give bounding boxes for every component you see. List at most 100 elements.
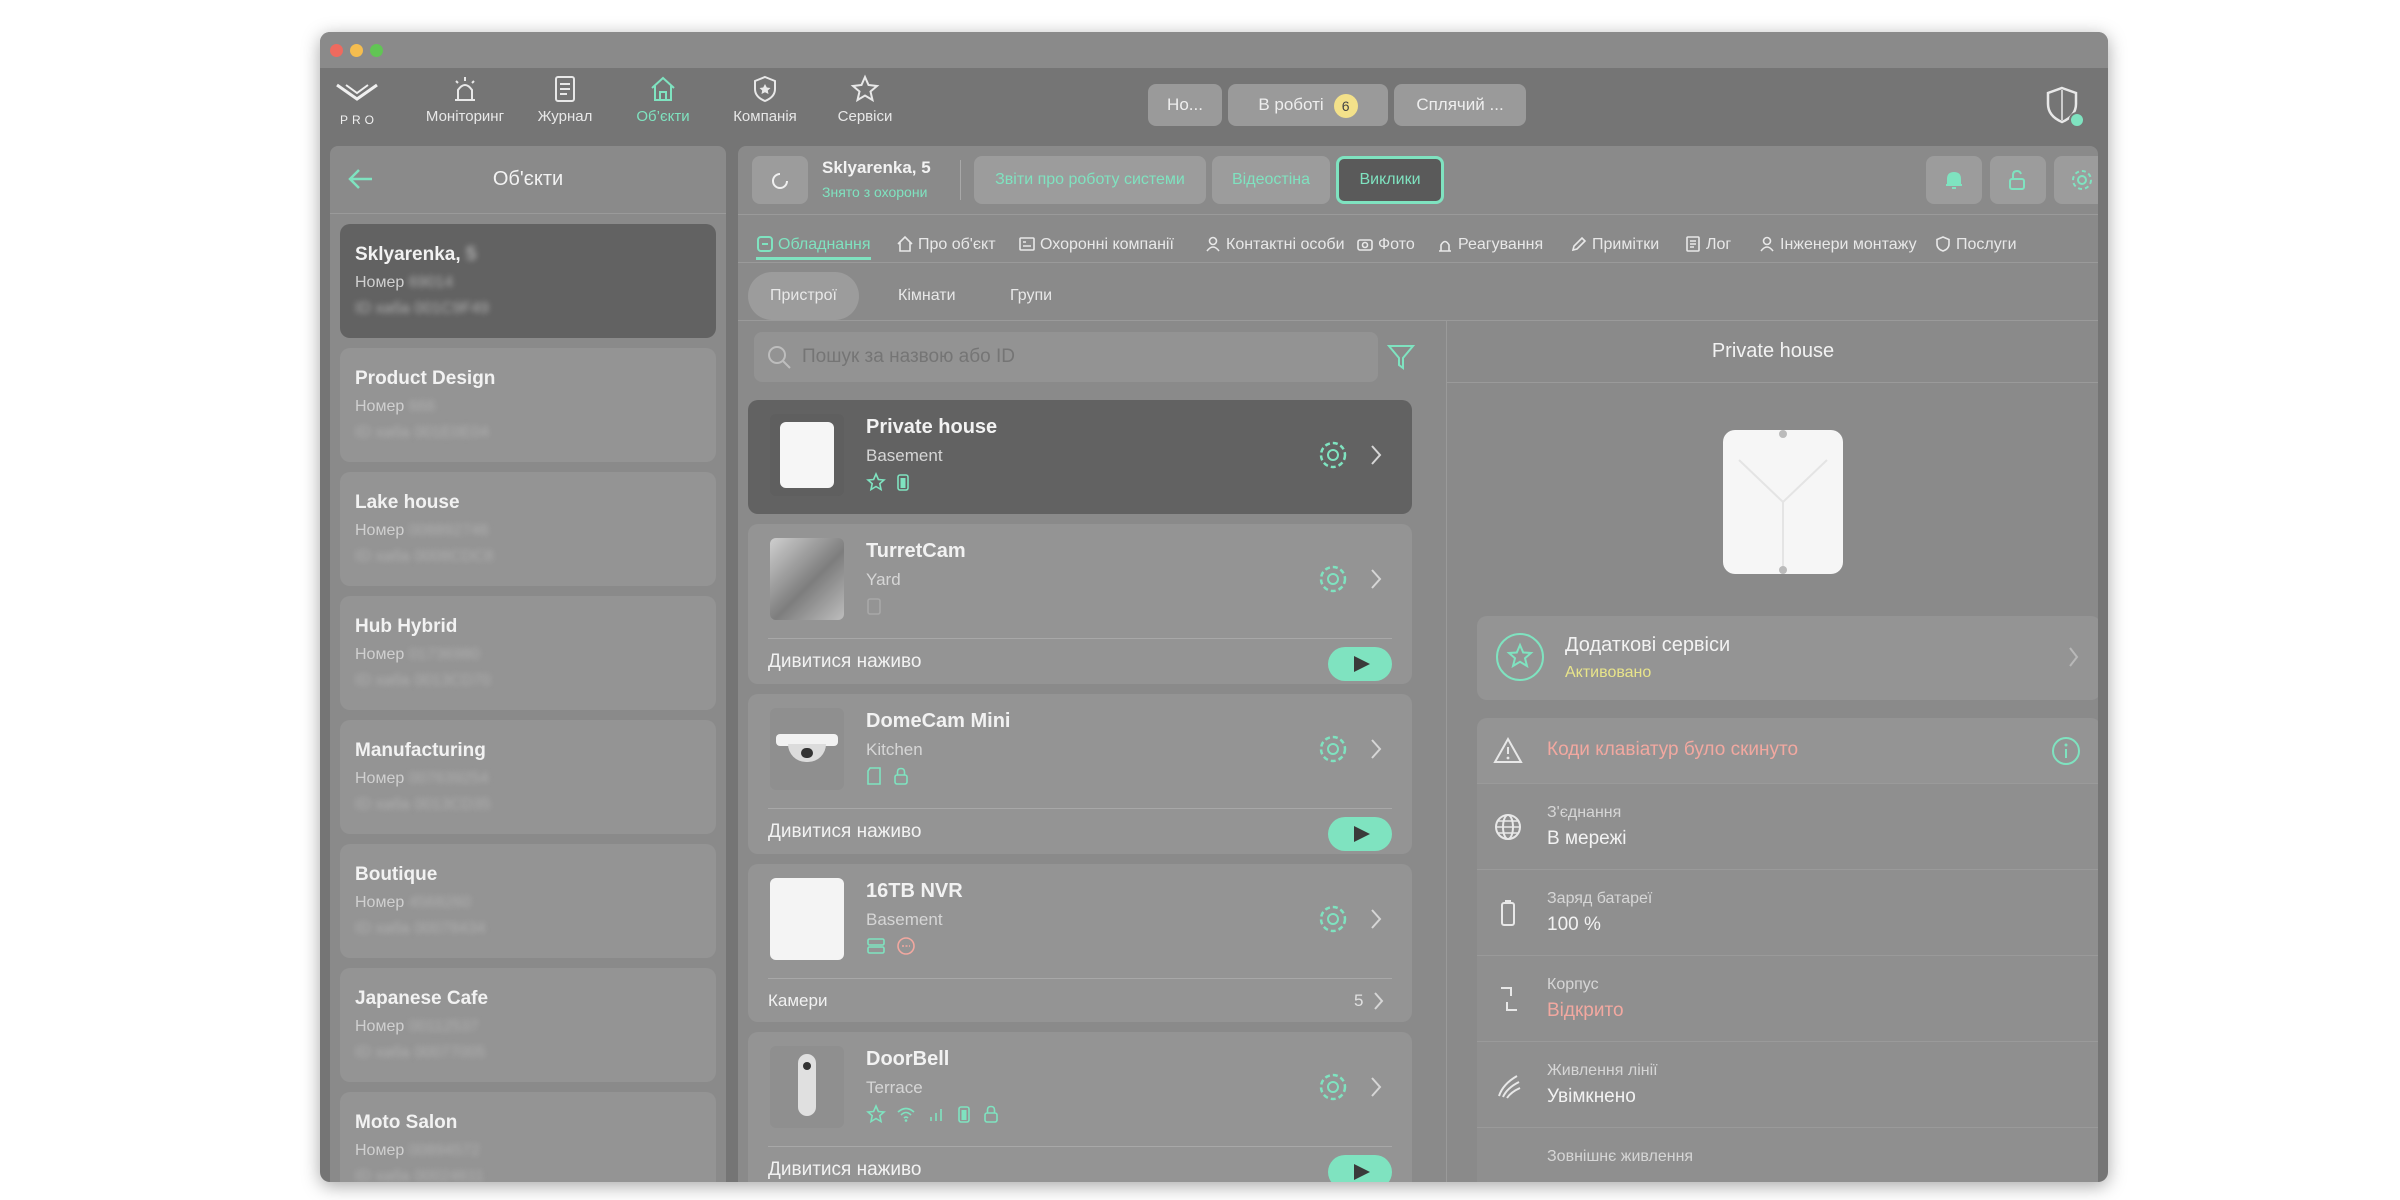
nav-services[interactable]: Сервіси [820, 74, 910, 134]
device-settings-icon[interactable] [1316, 1070, 1350, 1104]
camera-icon [1357, 239, 1373, 251]
tab-installers[interactable]: Інженери монтажу [1758, 230, 1917, 260]
refresh-button[interactable] [752, 156, 808, 204]
status-pill-in-progress[interactable]: В роботі 6 [1228, 84, 1388, 126]
siren-small-icon [1439, 240, 1451, 252]
play-live-button[interactable] [1328, 817, 1392, 851]
object-card-product-design[interactable]: Product Design Номер 666 ID хаба 001E0E0… [340, 348, 716, 462]
tab-services[interactable]: Послуги [1934, 230, 2017, 260]
device-settings-icon[interactable] [1316, 438, 1350, 472]
tab-response[interactable]: Реагування [1436, 230, 1543, 260]
divider [738, 262, 2098, 263]
chevron-right-icon [1371, 909, 1382, 929]
system-reports-button[interactable]: Звіти про роботу системи [974, 156, 1206, 204]
tab-about-object[interactable]: Про об'єкт [896, 230, 996, 260]
object-hub-id: ID хаба 00024611 [355, 1168, 485, 1182]
status-pill-label: В роботі [1258, 95, 1324, 114]
object-card-moto-salon[interactable]: Moto Salon Номер 00894572 ID хаба 000246… [340, 1092, 716, 1182]
status-pill-label: Но... [1167, 95, 1203, 114]
status-pill-sleeping[interactable]: Сплячий ... [1394, 84, 1526, 126]
pencil-icon [1571, 236, 1587, 252]
prop-enclosure: Корпус Відкрито [1477, 956, 2098, 1042]
object-card-japanese-cafe[interactable]: Japanese Cafe Номер 00112537 ID хаба 000… [340, 968, 716, 1082]
device-settings-icon[interactable] [1316, 562, 1350, 596]
object-settings-button[interactable] [2054, 156, 2098, 204]
object-card-hub-hybrid[interactable]: Hub Hybrid Номер 01736980 ID хаба 0013CD… [340, 596, 716, 710]
object-card-lake-house[interactable]: Lake house Номер 008892746 ID хаба 0008C… [340, 472, 716, 586]
device-settings-icon[interactable] [1316, 732, 1350, 766]
battery-large-icon [1501, 900, 1515, 926]
battery-icon [897, 474, 910, 491]
tab-equipment[interactable]: Обладнання [756, 230, 871, 260]
top-navigation: PRO Моніторинг Журнал Об’єкти Компанія С… [320, 68, 2108, 140]
object-name: Product Design [355, 368, 496, 389]
device-card-doorbell[interactable]: DoorBell Terrace Дивитися наживо [748, 1032, 1412, 1182]
nav-label: Сервіси [837, 108, 893, 125]
live-view-row: Дивитися наживо [768, 638, 1392, 684]
star-status-icon [866, 471, 886, 492]
play-live-button[interactable] [1328, 1155, 1392, 1182]
tab-photo[interactable]: Фото [1356, 230, 1415, 260]
info-icon[interactable] [2051, 736, 2081, 766]
object-card-boutique[interactable]: Boutique Номер 4568260 ID хаба 00078434 [340, 844, 716, 958]
subtab-rooms[interactable]: Кімнати [876, 272, 978, 320]
divider [960, 160, 961, 200]
object-card-manufacturing[interactable]: Manufacturing Номер 007639254 ID хаба 00… [340, 720, 716, 834]
subtab-devices[interactable]: Пристрої [748, 272, 859, 320]
cameras-row[interactable]: Камери 5 [768, 978, 1392, 1022]
video-wall-button[interactable]: Відеостіна [1212, 156, 1330, 204]
device-card-16tb-nvr[interactable]: 16TB NVR Basement Камери 5 [748, 864, 1412, 1022]
device-thumbnail [770, 1046, 844, 1128]
calls-button[interactable]: Виклики [1336, 156, 1444, 204]
prop-value: Увімкнено [1547, 1086, 1636, 1107]
device-card-private-house[interactable]: Private house Basement [748, 400, 1412, 514]
battery-icon [958, 1106, 971, 1123]
keypad-reset-alert[interactable]: Коди клавіатур було скинуто [1477, 718, 2098, 784]
journal-icon [555, 76, 575, 102]
device-status-icons [866, 596, 888, 620]
alarm-bell-button[interactable] [1926, 156, 1982, 204]
tab-contacts[interactable]: Контактні особи [1204, 230, 1345, 260]
tab-notes[interactable]: Примітки [1570, 230, 1659, 260]
tab-security-companies[interactable]: Охоронні компанії [1018, 230, 1174, 260]
status-pill-new[interactable]: Но... [1148, 84, 1222, 126]
device-settings-icon[interactable] [1316, 902, 1350, 936]
object-number: Номер 008892746 [355, 522, 489, 539]
chevron-right-icon [1374, 992, 1384, 1010]
object-summary: Sklyarenka, 5 Знято з охорони [822, 158, 931, 200]
chevron-right-icon [1371, 739, 1382, 759]
nav-journal[interactable]: Журнал [520, 74, 610, 134]
nav-company[interactable]: Компанія [720, 74, 810, 134]
device-card-turretcam[interactable]: TurretCam Yard Дивитися наживо [748, 524, 1412, 684]
prop-line-power: Живлення лінії Увімкнено [1477, 1042, 2098, 1128]
nav-objects[interactable]: Об’єкти [618, 74, 708, 134]
close-window-button[interactable] [330, 44, 343, 57]
nav-monitoring[interactable]: Моніторинг [420, 74, 510, 134]
bell-icon [1946, 171, 1962, 189]
prop-battery: Заряд батареї 100 % [1477, 870, 2098, 956]
search-input[interactable] [802, 342, 1362, 372]
chevron-right-icon [1371, 569, 1382, 589]
live-view-label: Дивитися наживо [768, 651, 922, 672]
disarm-button[interactable] [1990, 156, 2046, 204]
object-card-sklyarenka[interactable]: Sklyarenka, 5 Номер 69014 ID хаба 001C9F… [340, 224, 716, 338]
equipment-icon [757, 236, 773, 252]
additional-services-row[interactable]: Додаткові сервіси Активовано [1477, 616, 2098, 700]
device-status-icons [866, 936, 922, 960]
house-small-icon [897, 235, 913, 252]
prop-value: Відкрито [1547, 1000, 1624, 1021]
search-box [754, 332, 1378, 382]
house-icon [651, 76, 675, 101]
object-main-panel: Sklyarenka, 5 Знято з охорони Звіти про … [738, 146, 2098, 1182]
play-live-button[interactable] [1328, 647, 1392, 681]
object-hub-id: ID хаба 0008CDC8 [355, 548, 494, 565]
zoom-window-button[interactable] [370, 44, 383, 57]
device-status-icons [866, 471, 916, 496]
tab-log[interactable]: Лог [1684, 230, 1731, 260]
account-shield-button[interactable] [2044, 84, 2088, 130]
filter-button[interactable] [1386, 342, 1416, 377]
subtab-groups[interactable]: Групи [988, 272, 1074, 320]
minimize-window-button[interactable] [350, 44, 363, 57]
services-status: Активовано [1565, 664, 1652, 681]
device-card-domecam-mini[interactable]: DomeCam Mini Kitchen Дивитися наживо [748, 694, 1412, 854]
